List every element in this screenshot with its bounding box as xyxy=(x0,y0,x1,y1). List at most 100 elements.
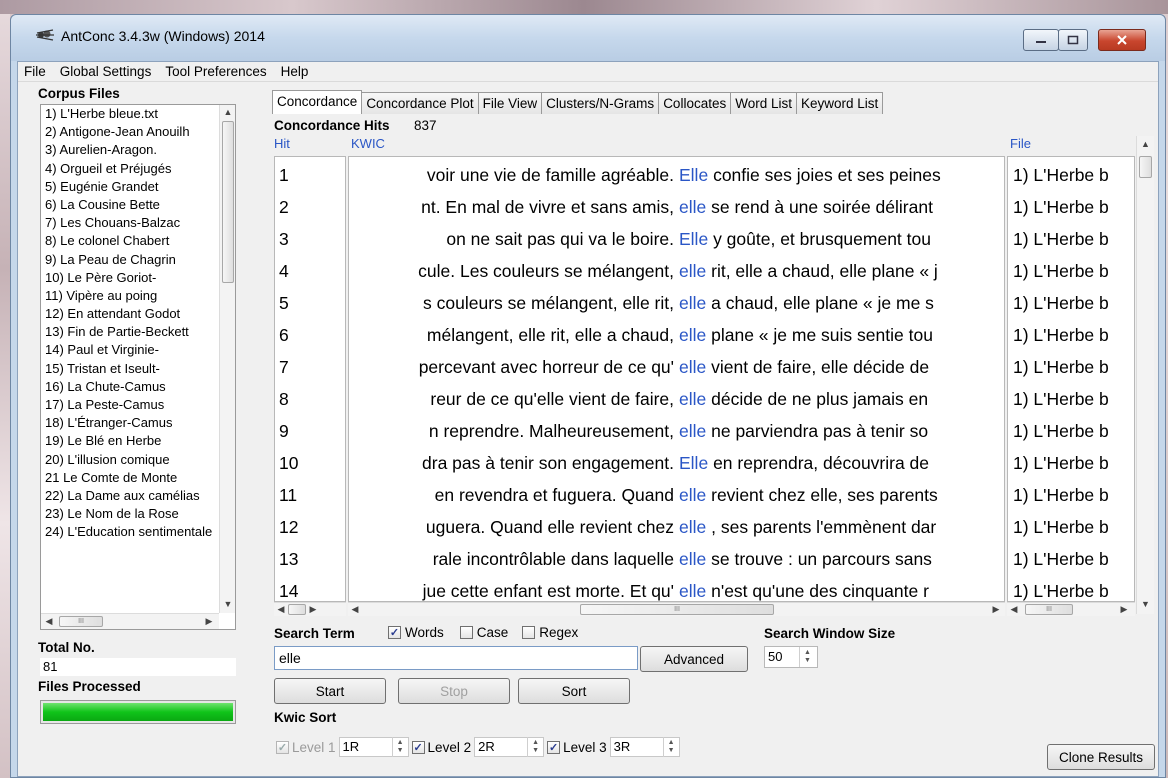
corpus-file-item[interactable]: 9) La Peau de Chagrin xyxy=(41,251,219,269)
menu-help[interactable]: Help xyxy=(281,64,309,79)
file-column-header[interactable]: File xyxy=(1010,136,1031,151)
kwic-line[interactable]: reur de ce qu'elle vient de faire, elle d… xyxy=(349,383,1004,415)
regex-checkbox[interactable] xyxy=(522,626,536,639)
scroll-down-arrow-icon[interactable]: ▼ xyxy=(1138,598,1153,610)
tab-concordance-plot[interactable]: Concordance Plot xyxy=(361,92,479,114)
corpus-file-item[interactable]: 18) L'Étranger-Camus xyxy=(41,414,219,432)
file-name-cell[interactable]: 1) L'Herbe b xyxy=(1008,319,1109,351)
corpus-file-item[interactable]: 10) Le Père Goriot- xyxy=(41,269,219,287)
file-name-cell[interactable]: 1) L'Herbe b xyxy=(1008,511,1109,543)
kwic-keyword[interactable]: elle xyxy=(679,261,706,281)
kwic-line[interactable]: dra pas à tenir son engagement. Elle en r… xyxy=(349,447,1004,479)
level3-spinner[interactable]: ▲ ▼ xyxy=(662,737,679,757)
close-button[interactable] xyxy=(1098,29,1146,51)
spinner-up-icon[interactable]: ▲ xyxy=(668,739,675,747)
kwic-keyword[interactable]: elle xyxy=(679,357,706,377)
scroll-right-arrow-icon[interactable]: ▶ xyxy=(203,615,215,627)
level3-checkbox[interactable]: ✓ xyxy=(547,740,561,754)
scroll-up-arrow-icon[interactable]: ▲ xyxy=(1138,138,1153,150)
scroll-left-arrow-icon[interactable]: ◀ xyxy=(43,615,55,627)
search-input[interactable] xyxy=(274,646,638,670)
maximize-button[interactable] xyxy=(1058,29,1088,51)
level2-spinner[interactable]: ▲ ▼ xyxy=(527,737,543,757)
tab-word-list[interactable]: Word List xyxy=(730,92,797,114)
tab-concordance[interactable]: Concordance xyxy=(272,90,363,114)
corpus-hscroll-thumb[interactable]: III xyxy=(59,616,103,627)
tab-keyword-list[interactable]: Keyword List xyxy=(796,92,884,114)
corpus-file-item[interactable]: 24) L'Education sentimentale xyxy=(41,523,219,541)
scroll-up-arrow-icon[interactable]: ▲ xyxy=(220,105,235,119)
corpus-file-item[interactable]: 2) Antigone-Jean Anouilh xyxy=(41,123,219,141)
file-name-cell[interactable]: 1) L'Herbe b xyxy=(1008,383,1109,415)
corpus-file-item[interactable]: 20) L'illusion comique xyxy=(41,451,219,469)
scroll-left-arrow-icon[interactable]: ◀ xyxy=(1009,603,1019,616)
kwic-line[interactable]: n reprendre. Malheureusement, elle ne par… xyxy=(349,415,1004,447)
stop-button[interactable]: Stop xyxy=(398,678,510,704)
corpus-file-item[interactable]: 15) Tristan et Iseult- xyxy=(41,360,219,378)
kwic-column-header[interactable]: KWIC xyxy=(351,136,385,151)
corpus-file-item[interactable]: 19) Le Blé en Herbe xyxy=(41,432,219,450)
corpus-file-item[interactable]: 4) Orgueil et Préjugés xyxy=(41,160,219,178)
start-button[interactable]: Start xyxy=(274,678,386,704)
corpus-file-item[interactable]: 3) Aurelien-Aragon. xyxy=(41,141,219,159)
file-name-cell[interactable]: 1) L'Herbe b xyxy=(1008,191,1109,223)
scroll-left-arrow-icon[interactable]: ◀ xyxy=(350,603,360,616)
kwic-keyword[interactable]: elle xyxy=(679,549,706,569)
tab-clusters-n-grams[interactable]: Clusters/N-Grams xyxy=(541,92,660,114)
file-name-cell[interactable]: 1) L'Herbe b xyxy=(1008,159,1109,191)
file-name-cell[interactable]: 1) L'Herbe b xyxy=(1008,223,1109,255)
words-checkbox[interactable]: ✓ xyxy=(388,626,401,639)
corpus-files-list[interactable]: 1) L'Herbe bleue.txt 2) Antigone-Jean Ano… xyxy=(40,104,236,630)
menu-file[interactable]: File xyxy=(24,64,46,79)
kwic-line[interactable]: percevant avec horreur de ce qu' elle vie… xyxy=(349,351,1004,383)
corpus-file-item[interactable]: 1) L'Herbe bleue.txt xyxy=(41,105,219,123)
kwic-keyword[interactable]: Elle xyxy=(679,453,708,473)
kwic-keyword[interactable]: elle xyxy=(679,197,706,217)
search-window-size-field[interactable]: 50 ▲ ▼ xyxy=(764,646,818,668)
corpus-file-item[interactable]: 17) La Peste-Camus xyxy=(41,396,219,414)
advanced-button[interactable]: Advanced xyxy=(640,646,748,672)
file-hscroll-thumb[interactable]: III xyxy=(1025,604,1073,615)
level2-field[interactable]: 2R ▲ ▼ xyxy=(474,737,545,757)
hit-column-header[interactable]: Hit xyxy=(274,136,290,151)
kwic-line[interactable]: rale incontrôlable dans laquelle elle se … xyxy=(349,543,1004,575)
kwic-line[interactable]: cule. Les couleurs se mélangent, elle rit… xyxy=(349,255,1004,287)
file-name-cell[interactable]: 1) L'Herbe b xyxy=(1008,255,1109,287)
kwic-keyword[interactable]: elle xyxy=(679,421,706,441)
spinner-down-icon[interactable]: ▼ xyxy=(397,747,404,755)
kwic-line[interactable]: nt. En mal de vivre et sans amis, elle se… xyxy=(349,191,1004,223)
sort-button[interactable]: Sort xyxy=(518,678,630,704)
corpus-file-item[interactable]: 12) En attendant Godot xyxy=(41,305,219,323)
corpus-file-item[interactable]: 22) La Dame aux camélias xyxy=(41,487,219,505)
corpus-scroll-thumb[interactable] xyxy=(222,121,234,283)
level1-field[interactable]: 1R ▲ ▼ xyxy=(338,737,409,757)
window-size-spinner[interactable]: ▲ ▼ xyxy=(799,647,815,667)
corpus-file-item[interactable]: 5) Eugénie Grandet xyxy=(41,178,219,196)
file-name-cell[interactable]: 1) L'Herbe b xyxy=(1008,479,1109,511)
corpus-file-item[interactable]: 16) La Chute-Camus xyxy=(41,378,219,396)
file-name-cell[interactable]: 1) L'Herbe b xyxy=(1008,447,1109,479)
corpus-file-item[interactable]: 14) Paul et Virginie- xyxy=(41,341,219,359)
spinner-down-icon[interactable]: ▼ xyxy=(532,747,539,755)
corpus-file-item[interactable]: 13) Fin de Partie-Beckett xyxy=(41,323,219,341)
file-name-cell[interactable]: 1) L'Herbe b xyxy=(1008,543,1109,575)
spinner-up-icon[interactable]: ▲ xyxy=(397,739,404,747)
results-vertical-scrollbar[interactable]: ▲ ▼ xyxy=(1136,136,1154,614)
results-scroll-thumb[interactable] xyxy=(1139,156,1152,178)
file-name-cell[interactable]: 1) L'Herbe b xyxy=(1008,575,1109,601)
kwic-keyword[interactable]: elle xyxy=(679,389,706,409)
kwic-keyword[interactable]: elle xyxy=(679,325,706,345)
spinner-up-icon[interactable]: ▲ xyxy=(804,649,811,657)
corpus-file-item[interactable]: 11) Vipère au poing xyxy=(41,287,219,305)
menu-global-settings[interactable]: Global Settings xyxy=(60,64,152,79)
kwic-keyword[interactable]: Elle xyxy=(679,229,708,249)
spinner-down-icon[interactable]: ▼ xyxy=(668,747,675,755)
file-name-cell[interactable]: 1) L'Herbe b xyxy=(1008,351,1109,383)
scroll-right-arrow-icon[interactable]: ▶ xyxy=(991,603,1001,616)
kwic-line[interactable]: en revendra et fuguera. Quand elle revien… xyxy=(349,479,1004,511)
level1-spinner[interactable]: ▲ ▼ xyxy=(391,737,408,757)
menu-tool-preferences[interactable]: Tool Preferences xyxy=(165,64,266,79)
hit-hscroll-thumb[interactable] xyxy=(288,604,306,615)
kwic-line[interactable]: voir une vie de famille agréable. Elle co… xyxy=(349,159,1004,191)
scroll-left-arrow-icon[interactable]: ◀ xyxy=(276,603,286,616)
